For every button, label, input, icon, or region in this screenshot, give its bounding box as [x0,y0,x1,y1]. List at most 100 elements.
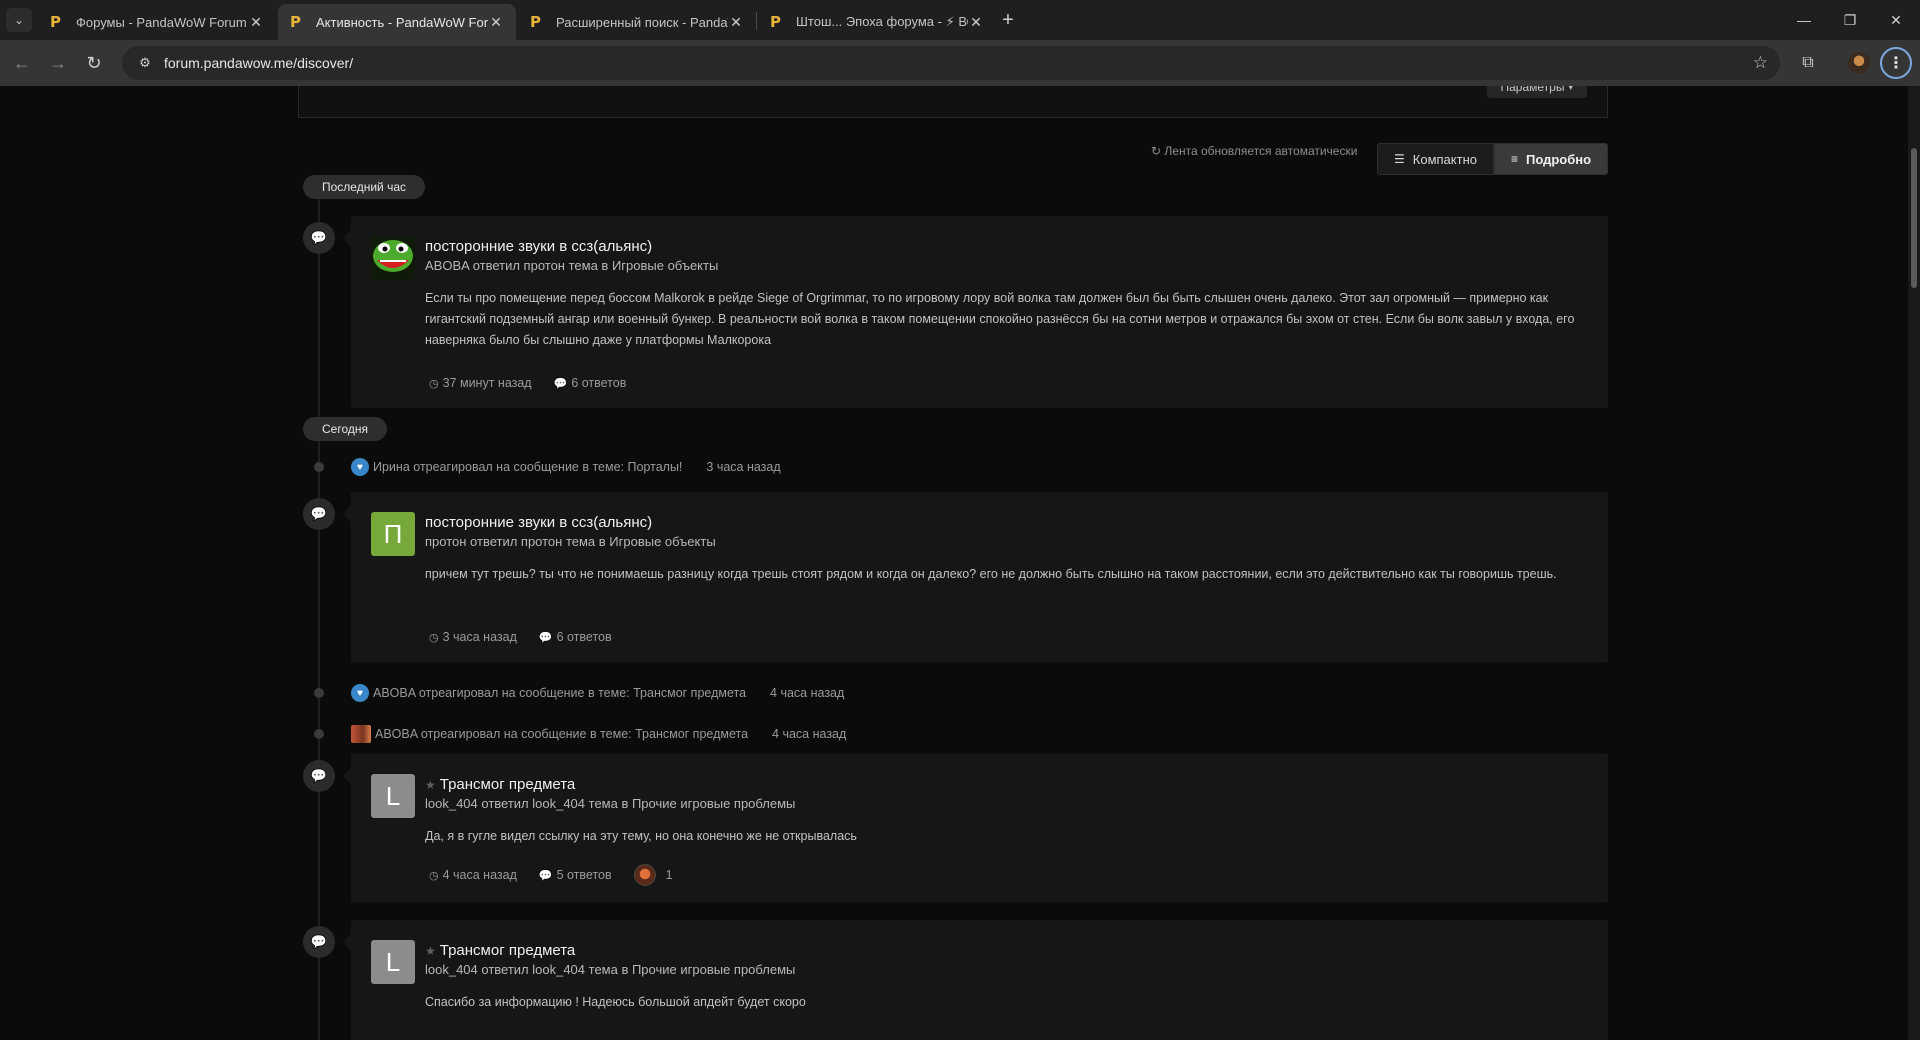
post-time[interactable]: ◷ 37 минут назад [429,376,532,390]
activity-card: посторонние звуки в ссз(альянс) ABOBA от… [343,216,1608,408]
topic-title-text: Трансмог предмета [439,942,576,959]
post-excerpt: Спасибо за информацию ! Надеюсь большой … [425,995,806,1009]
post-replies[interactable]: 💬 5 ответов [539,868,612,882]
topic-title-link[interactable]: ★ Трансмог предмета [425,942,575,959]
params-button[interactable]: Параметры ▾ [1486,86,1587,98]
star-icon: ★ [425,778,436,792]
minimize-button[interactable]: — [1784,6,1824,34]
restore-button[interactable]: ❐ [1830,6,1870,34]
forward-button[interactable]: → [44,49,72,77]
tab-activity[interactable]: P Активность - PandaWoW Forum ✕ [278,4,516,40]
close-window-button[interactable]: ✕ [1876,6,1916,34]
post-excerpt: Да, я в гугле видел ссылку на эту тему, … [425,829,857,843]
post-excerpt: Если ты про помещение перед боссом Malko… [425,291,1575,347]
topic-title-link[interactable]: посторонние звуки в ссз(альянс) [425,238,652,255]
topic-title-link[interactable]: ★ Трансмог предмета [425,776,575,793]
close-icon[interactable]: ✕ [728,14,744,31]
timeline-dot [314,729,324,739]
avatar-letter: L [385,780,401,811]
tab-forums[interactable]: P Форумы - PandaWoW Forum ✕ [38,4,276,40]
post-replies-text: 6 ответов [556,630,612,644]
minimize-icon: — [1797,12,1811,28]
profile-avatar[interactable] [1848,52,1870,74]
post-replies-text: 5 ответов [556,868,612,882]
post-subtitle[interactable]: look_404 ответил look_404 тема в Прочие … [425,962,795,977]
tab-forum-era[interactable]: P Штош... Эпоха форума - ⚡ ВС ✕ [758,4,996,40]
avatar[interactable] [371,236,415,280]
reaction-text[interactable]: ABOBA отреагировал на сообщение в теме: … [375,727,748,741]
address-bar[interactable]: ⚙ forum.pandawow.me/discover/ ☆ [122,46,1780,80]
tab-search-button[interactable]: ⌄ [6,8,32,32]
avatar[interactable]: П [371,512,415,556]
tab-divider [756,12,757,30]
reaction-time[interactable]: 4 часа назад [772,727,846,741]
timeline-line [318,196,320,1040]
reaction-time[interactable]: 3 часа назад [706,460,780,474]
filter-panel: Параметры ▾ [298,86,1608,118]
url-text[interactable]: forum.pandawow.me/discover/ [164,55,353,71]
timeline-dot [314,462,324,472]
post-subtitle[interactable]: ABOBA ответил протон тема в Игровые объе… [425,258,718,273]
page-scrollbar[interactable] [1908,86,1920,1040]
reaction-emoji-icon[interactable] [633,864,656,886]
tab-title: Расширенный поиск - PandaWoW Forum [556,14,728,30]
view-compact-label: Компактно [1412,151,1477,167]
reaction-text[interactable]: Ирина отреагировал на сообщение в теме: … [373,460,682,474]
tab-advanced-search[interactable]: P Расширенный поиск - PandaWoW Forum ✕ [518,4,756,40]
avatar[interactable]: L [371,940,415,984]
clock-icon: ◷ [429,377,439,390]
avatar[interactable]: L [371,774,415,818]
site-favicon-icon: P [530,13,541,31]
period-label: Последний час [322,180,407,194]
post-excerpt: причем тут трешь? ты что не понимаешь ра… [425,567,1557,581]
post-replies[interactable]: 💬 6 ответов [539,630,612,644]
tab-title: Форумы - PandaWoW Forum [76,14,247,30]
reload-button[interactable]: ↻ [80,49,108,77]
back-button[interactable]: ← [8,49,36,77]
topic-title-link[interactable]: посторонние звуки в ссз(альянс) [425,514,652,531]
new-tab-button[interactable]: + [996,8,1020,32]
activity-card: П посторонние звуки в ссз(альянс) протон… [343,492,1608,662]
close-icon: ✕ [1890,11,1902,28]
scrollbar-thumb[interactable] [1911,148,1917,288]
reaction-activity: ♥ ABOBA отреагировал на сообщение в теме… [351,684,844,702]
restore-icon: ❐ [1843,11,1857,28]
post-subtitle[interactable]: look_404 ответил look_404 тема в Прочие … [425,796,795,811]
close-icon[interactable]: ✕ [488,14,504,31]
post-meta: ◷ 3 часа назад 💬 6 ответов [429,630,634,644]
avatar-letter: L [385,946,401,977]
timeline-comment-marker: 💬 [303,498,335,530]
arrow-right-icon: → [49,52,67,73]
site-settings-icon[interactable]: ⚙ [130,55,160,71]
extensions-button[interactable]: ⧉ [1794,49,1822,77]
timeline-comment-marker: 💬 [303,926,335,958]
reaction-text[interactable]: ABOBA отреагировал на сообщение в теме: … [373,686,746,700]
reaction-time[interactable]: 4 часа назад [770,686,844,700]
period-last-hour: Последний час [303,175,426,199]
post-meta: ◷ 4 часа назад 💬 5 ответов 1 [429,864,673,886]
close-icon[interactable]: ✕ [248,14,264,31]
view-mode-toggle: ☰ Компактно ≡ Подробно [1377,143,1609,175]
caret-down-icon: ▾ [1568,86,1573,92]
puzzle-icon: ⧉ [1802,54,1814,71]
view-compact-button[interactable]: ☰ Компактно [1377,143,1494,175]
reaction-count: 1 [665,868,673,882]
period-today: Сегодня [303,417,387,441]
site-favicon-icon: P [770,13,781,31]
post-time[interactable]: ◷ 4 часа назад [429,868,517,882]
tab-title: Активность - PandaWoW Forum [316,14,488,30]
page-viewport: Параметры ▾ ↻ Лента обновляется автомати… [0,86,1908,1040]
view-detailed-button[interactable]: ≡ Подробно [1493,143,1609,175]
comment-icon: 💬 [538,631,553,644]
speech-bubble-icon: 💬 [310,506,328,521]
timeline-comment-marker: 💬 [303,222,335,254]
post-replies[interactable]: 💬 6 ответов [554,376,627,390]
close-icon[interactable]: ✕ [968,14,984,31]
bookmark-star-icon[interactable]: ☆ [1753,53,1768,73]
post-time[interactable]: ◷ 3 часа назад [429,630,517,644]
auto-refresh-text: Лента обновляется автоматически [1164,144,1358,158]
post-subtitle[interactable]: протон ответил протон тема в Игровые объ… [425,534,716,549]
reaction-activity: ABOBA отреагировал на сообщение в теме: … [351,725,846,743]
menu-icon: ≡ [1510,152,1518,166]
browser-menu-button[interactable]: ⋮ [1880,47,1912,79]
